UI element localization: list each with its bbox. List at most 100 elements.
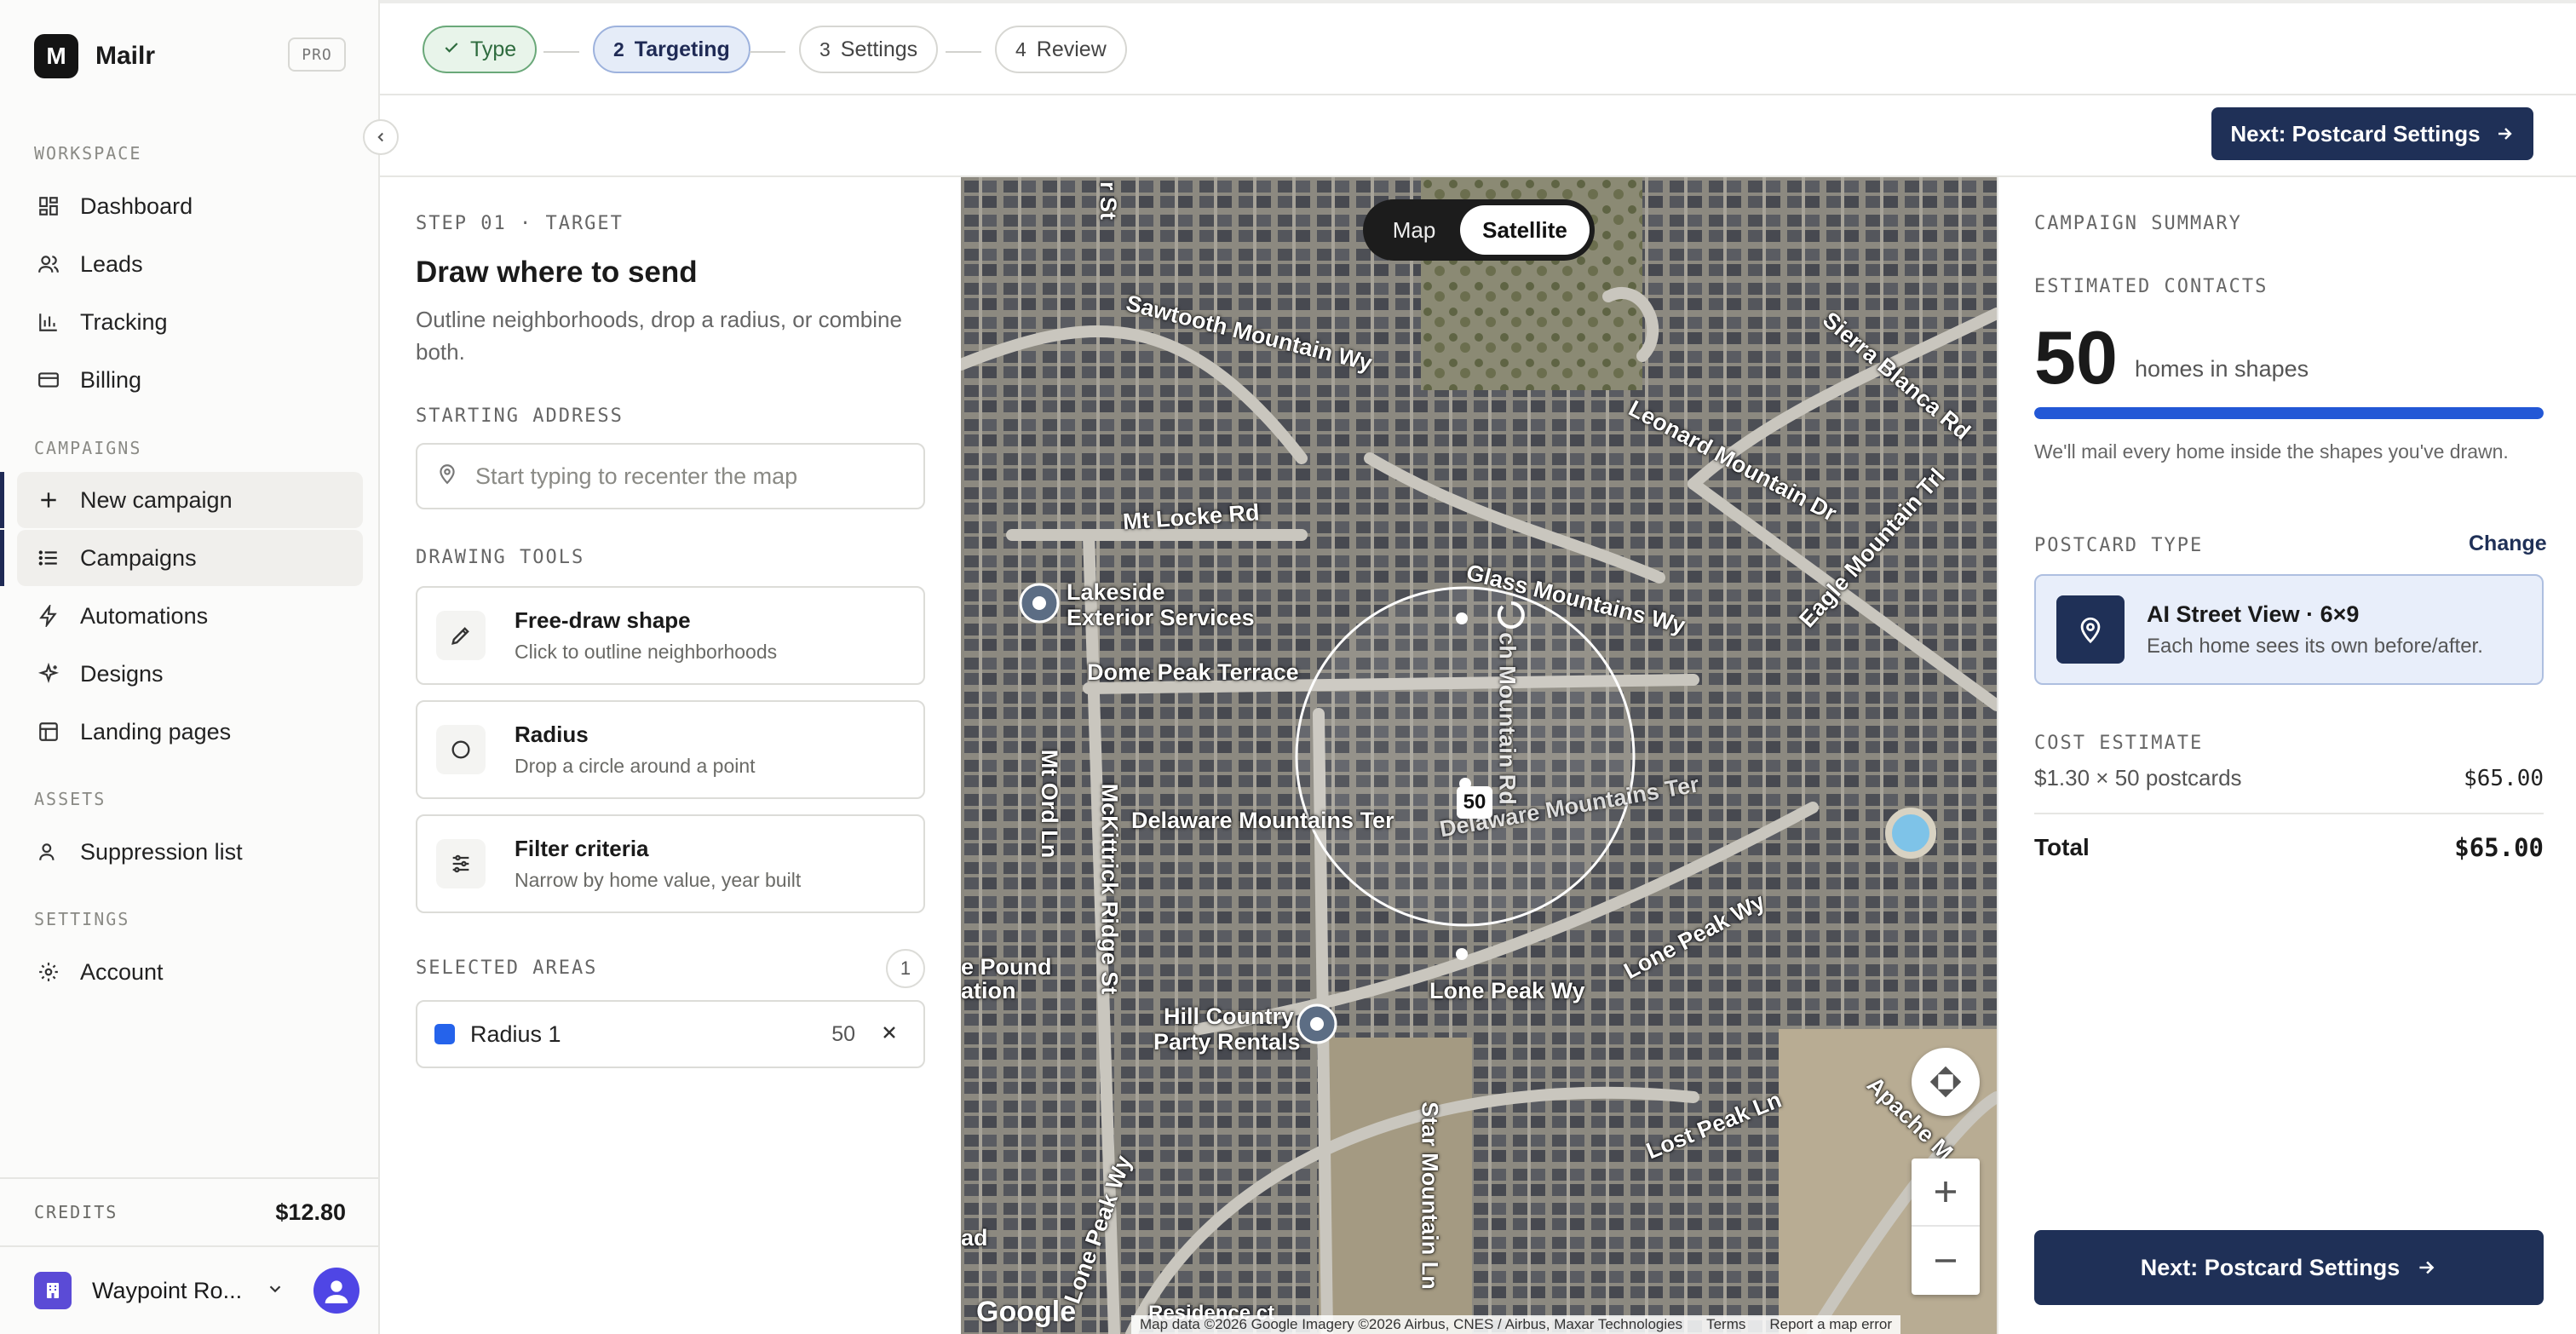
selected-areas-label: SELECTED AREAS	[416, 957, 598, 979]
step-settings[interactable]: 3 Settings	[799, 26, 939, 73]
contacts-label: ESTIMATED CONTACTS	[2034, 276, 2268, 297]
street-label: ch Mountain Rd	[1494, 632, 1521, 805]
sparkle-icon	[36, 661, 61, 687]
credits-row: CREDITS $12.80	[0, 1177, 380, 1247]
report-map-error-link[interactable]: Report a map error	[1769, 1316, 1892, 1333]
sliders-icon	[436, 839, 486, 888]
workspace-name: Waypoint Ro...	[92, 1277, 243, 1303]
active-indicator	[0, 530, 4, 586]
avatar[interactable]	[313, 1268, 359, 1314]
terms-link[interactable]: Terms	[1706, 1316, 1745, 1333]
sidebar-item-label: New campaign	[80, 486, 233, 513]
fullscreen-icon	[1929, 1066, 1962, 1098]
step-type[interactable]: Type	[423, 26, 538, 73]
next-postcard-settings-button-bottom[interactable]: Next: Postcard Settings	[2034, 1230, 2544, 1305]
chevron-left-icon	[377, 132, 383, 142]
minus-icon	[1935, 1259, 1956, 1262]
credits-label: CREDITS	[34, 1202, 118, 1222]
map-canvas[interactable]: Sawtooth Mountain Wy Sierra Blanca Rd Le…	[961, 177, 1997, 1334]
map-type-toggle[interactable]: Map Satellite	[1363, 199, 1595, 261]
street-label: McKittrick Ridge St	[1096, 783, 1123, 995]
list-icon	[36, 545, 61, 571]
change-postcard-link[interactable]: Change	[2469, 532, 2547, 556]
bar-chart-icon	[36, 309, 61, 335]
workspace-switcher[interactable]: Waypoint Ro...	[0, 1247, 380, 1334]
radius-count-marker: 50	[1457, 786, 1492, 819]
step-label: Targeting	[634, 37, 730, 61]
coverage-progress	[2034, 407, 2544, 419]
plan-badge: PRO	[288, 37, 346, 72]
circle-icon	[436, 725, 486, 774]
tool-title: Filter criteria	[515, 836, 649, 861]
fullscreen-button[interactable]	[1912, 1048, 1980, 1116]
next-postcard-settings-button[interactable]: Next: Postcard Settings	[2211, 107, 2533, 160]
sidebar-item-account[interactable]: Account	[17, 944, 363, 1000]
sidebar-item-leads[interactable]: Leads	[17, 236, 363, 292]
step-label: Review	[1036, 37, 1107, 61]
map-type-map[interactable]: Map	[1368, 205, 1460, 255]
postcard-subtitle: Each home sees its own before/after.	[2147, 634, 2483, 658]
grid-icon	[36, 193, 61, 219]
cost-line-label: $1.30 × 50 postcards	[2034, 765, 2242, 791]
brand[interactable]: M Mailr	[34, 34, 155, 78]
total-label: Total	[2034, 834, 2090, 860]
building-icon	[34, 1272, 72, 1309]
street-label: Dome Peak Terrace	[1087, 659, 1299, 685]
map-pin-hill-country[interactable]	[1297, 1003, 1337, 1044]
plus-icon	[36, 487, 61, 513]
remove-area-button[interactable]	[879, 1022, 900, 1047]
street-label: Delaware Mountains Ter	[1131, 808, 1394, 833]
sidebar-item-landing-pages[interactable]: Landing pages	[17, 704, 363, 760]
user-x-icon	[36, 839, 61, 865]
sidebar-item-tracking[interactable]: Tracking	[17, 294, 363, 350]
cost-line: $1.30 × 50 postcards $65.00	[2034, 765, 2544, 791]
total-value: $65.00	[2454, 833, 2544, 862]
app-logo: M	[34, 34, 78, 78]
selected-area-item[interactable]: Radius 1 50	[416, 1000, 925, 1068]
close-icon	[883, 1026, 895, 1038]
map-attribution: Map data ©2026 Google Imagery ©2026 Airb…	[1131, 1315, 1900, 1334]
users-icon	[36, 251, 61, 277]
drawing-tools-label: DRAWING TOOLS	[416, 547, 585, 568]
sidebar-item-label: Designs	[80, 660, 164, 687]
tool-radius[interactable]: Radius Drop a circle around a point	[416, 700, 925, 799]
address-label: STARTING ADDRESS	[416, 405, 624, 427]
sidebar-item-new-campaign[interactable]: New campaign	[17, 472, 363, 528]
divider	[2034, 813, 2544, 814]
sidebar-item-designs[interactable]: Designs	[17, 646, 363, 702]
map-pin-lakeside[interactable]	[1019, 583, 1060, 624]
tool-title: Radius	[515, 722, 589, 747]
postcard-type-card[interactable]: AI Street View · 6×9 Each home sees its …	[2034, 574, 2544, 685]
sidebar-item-suppression-list[interactable]: Suppression list	[17, 824, 363, 880]
chevron-down-icon[interactable]	[266, 1279, 285, 1302]
zoom-in-button[interactable]	[1912, 1159, 1980, 1227]
sidebar-item-billing[interactable]: Billing	[17, 352, 363, 408]
action-bar: Next: Postcard Settings	[380, 95, 2576, 177]
step-number: 4	[1015, 37, 1026, 60]
postcard-type-label: POSTCARD TYPE	[2034, 535, 2204, 556]
place-label: Hill Country	[1164, 1003, 1294, 1029]
step-connector	[543, 51, 579, 53]
tool-free-draw[interactable]: Free-draw shape Click to outline neighbo…	[416, 586, 925, 685]
lightning-icon	[36, 603, 61, 629]
summary-eyebrow: CAMPAIGN SUMMARY	[2034, 213, 2242, 234]
postcard-title: AI Street View · 6×9	[2147, 601, 2360, 627]
address-search-input[interactable]: Start typing to recenter the map	[416, 443, 925, 509]
street-label: ad	[961, 1225, 988, 1251]
section-label-campaigns: CAMPAIGNS	[34, 438, 142, 458]
area-name: Radius 1	[470, 1021, 561, 1047]
sidebar-item-label: Leads	[80, 250, 143, 277]
collapse-sidebar-button[interactable]	[363, 119, 399, 155]
sidebar-item-dashboard[interactable]: Dashboard	[17, 178, 363, 234]
step-targeting[interactable]: 2 Targeting	[593, 26, 750, 73]
zoom-out-button[interactable]	[1912, 1227, 1980, 1295]
sidebar-item-campaigns[interactable]: Campaigns	[17, 530, 363, 586]
step-review[interactable]: 4 Review	[995, 26, 1127, 73]
sidebar-item-label: Landing pages	[80, 718, 232, 745]
map-type-satellite[interactable]: Satellite	[1460, 205, 1590, 255]
sidebar-item-automations[interactable]: Automations	[17, 588, 363, 644]
tool-filter-criteria[interactable]: Filter criteria Narrow by home value, ye…	[416, 814, 925, 913]
plus-icon	[1935, 1182, 1956, 1202]
step-number: 3	[819, 37, 831, 60]
targeting-panel: STEP 01 · TARGET Draw where to send Outl…	[380, 177, 961, 1334]
